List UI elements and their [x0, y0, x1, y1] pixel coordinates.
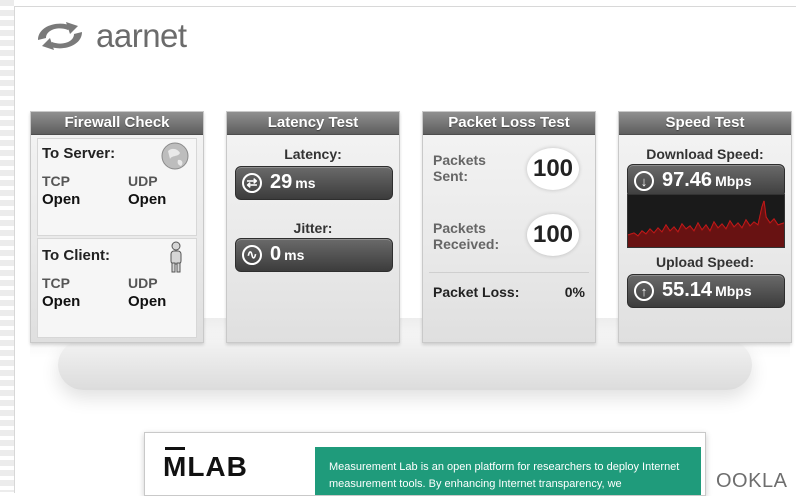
packets-sent-label: Packets Sent: [433, 152, 486, 184]
download-arrow-icon: ↓ [634, 171, 654, 191]
upload-speed-label: Upload Speed: [655, 254, 754, 270]
panel-title: Firewall Check [31, 112, 203, 135]
panel-title: Speed Test [619, 112, 791, 135]
firewall-check-panel: Firewall Check To Server: TCP Open UDP O… [30, 111, 204, 343]
udp-label: UDP [128, 275, 158, 291]
left-ruler-stripes [0, 0, 14, 492]
panel-title: Packet Loss Test [423, 112, 595, 135]
brand-name: aarnet [96, 17, 187, 54]
mlab-banner[interactable]: MLAB Measurement Lab is an open platform… [144, 432, 706, 496]
ookla-logo[interactable]: OOKLA [716, 470, 787, 493]
tcp-status: Open [42, 293, 81, 310]
latency-value: 29 ms [270, 171, 316, 193]
mlab-logo: MLAB [163, 447, 248, 482]
latency-test-panel: Latency Test Latency: ⇄ 29 ms Jitter: ∿ 0… [226, 111, 400, 343]
tcp-label: TCP [42, 173, 70, 189]
stage-platform [58, 340, 752, 390]
divider [429, 272, 589, 273]
packets-received-label: Packets Received: [433, 220, 500, 252]
udp-status: Open [128, 293, 167, 310]
udp-status: Open [128, 191, 167, 208]
download-value: 97.46 Mbps [662, 169, 752, 191]
aarnet-swirl-icon [38, 22, 82, 50]
globe-icon [161, 142, 189, 170]
panel-title: Latency Test [227, 112, 399, 135]
udp-label: UDP [128, 173, 158, 189]
jitter-pulse-icon: ∿ [242, 245, 262, 265]
brand-logo[interactable]: aarnet [30, 14, 187, 58]
jitter-label: Jitter: [293, 220, 333, 236]
packet-loss-label: Packet Loss: [433, 284, 520, 300]
download-speed-label: Download Speed: [646, 146, 764, 162]
latency-meter: ⇄ 29 ms [235, 166, 393, 200]
packet-loss-panel: Packet Loss Test Packets Sent: 100 Packe… [422, 111, 596, 343]
upload-meter: ↑ 55.14 Mbps [627, 274, 785, 308]
to-server-section: To Server: TCP Open UDP Open [37, 138, 197, 236]
packet-loss-value: 0% [564, 284, 585, 300]
upload-value: 55.14 Mbps [662, 279, 752, 301]
jitter-meter: ∿ 0 ms [235, 238, 393, 272]
throughput-sparkline [627, 200, 785, 247]
packets-sent-value: 100 [527, 148, 579, 190]
tcp-label: TCP [42, 275, 70, 291]
person-icon [170, 241, 182, 273]
throughput-graph [627, 194, 785, 248]
to-server-label: To Server: [42, 145, 116, 162]
latency-arrows-icon: ⇄ [242, 173, 262, 193]
packets-received-value: 100 [527, 214, 579, 256]
speed-test-panel: Speed Test Download Speed: ↓ 97.46 Mbps U… [618, 111, 792, 343]
to-client-section: To Client: TCP Open UDP Open [37, 238, 197, 338]
jitter-value: 0 ms [270, 243, 305, 265]
download-meter: ↓ 97.46 Mbps [627, 164, 785, 198]
latency-label: Latency: [284, 146, 342, 162]
to-client-label: To Client: [42, 247, 111, 264]
mlab-description: Measurement Lab is an open platform for … [315, 447, 701, 495]
tcp-status: Open [42, 191, 81, 208]
upload-arrow-icon: ↑ [634, 281, 654, 301]
